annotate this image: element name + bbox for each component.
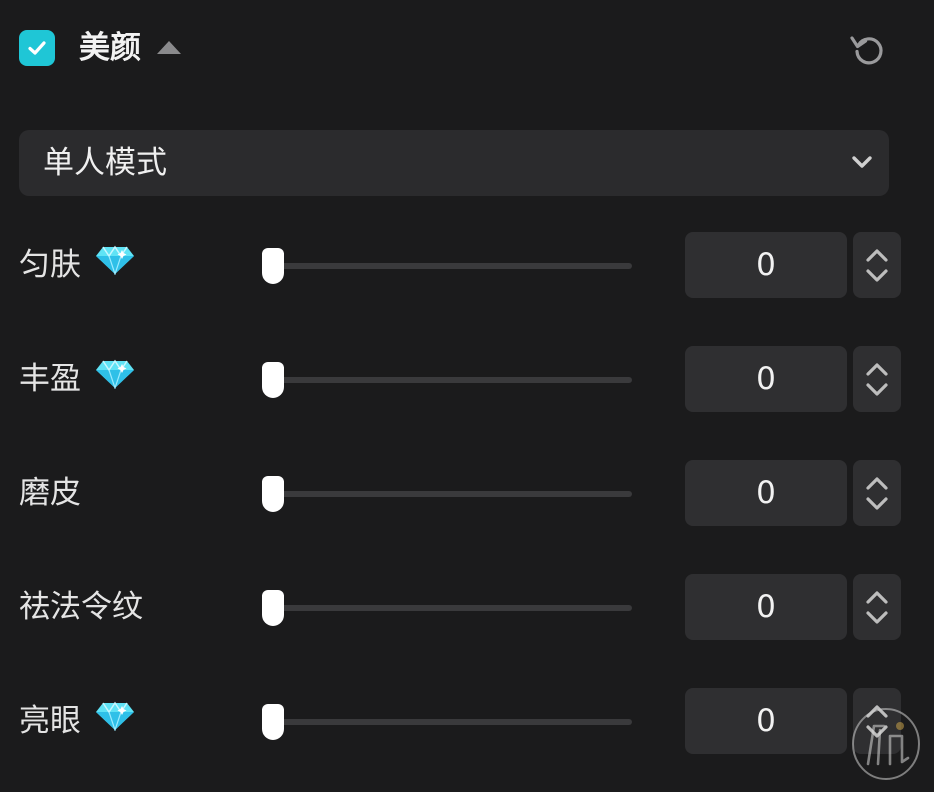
value-stepper[interactable] [853,460,901,526]
slider-label-text: 磨皮 [19,475,81,511]
slider-label-text: 祛法令纹 [19,589,143,625]
slider-track[interactable] [262,590,632,626]
chevron-up-icon[interactable] [865,361,889,377]
slider-label: 匀肤 [19,245,135,285]
chevron-down-icon[interactable] [865,496,889,512]
slider-track[interactable] [262,248,632,284]
chevron-down-icon[interactable] [865,382,889,398]
slider-row: 亮眼 0 [0,688,934,758]
value-stepper[interactable] [853,232,901,298]
diamond-icon [95,359,135,399]
chevron-down-icon[interactable] [865,610,889,626]
slider-track[interactable] [262,476,632,512]
mode-dropdown-value: 单人模式 [43,145,167,181]
slider-row: 丰盈 0 [0,346,934,416]
value-stepper[interactable] [853,346,901,412]
beauty-enable-checkbox[interactable] [19,30,55,66]
value-input[interactable]: 0 [685,232,847,298]
value-input[interactable]: 0 [685,574,847,640]
value-input[interactable]: 0 [685,346,847,412]
section-title: 美颜 [79,30,141,66]
slider-label: 磨皮 [19,473,81,513]
mode-dropdown[interactable]: 单人模式 [19,130,889,196]
value-input[interactable]: 0 [685,460,847,526]
slider-label: 亮眼 [19,701,135,741]
slider-label-text: 匀肤 [19,247,81,283]
reset-icon[interactable] [846,27,890,71]
diamond-icon [95,701,135,741]
beauty-section-header: 美颜 [0,0,934,100]
value-input[interactable]: 0 [685,688,847,754]
chevron-down-icon [852,156,872,168]
chevron-up-icon[interactable] [865,589,889,605]
slider-track[interactable] [262,362,632,398]
slider-thumb[interactable] [262,590,284,626]
slider-track[interactable] [262,704,632,740]
slider-label-text: 丰盈 [19,361,81,397]
check-icon [28,41,46,55]
chevron-up-icon[interactable] [865,475,889,491]
slider-label-text: 亮眼 [19,703,81,739]
slider-thumb[interactable] [262,248,284,284]
slider-thumb[interactable] [262,704,284,740]
value-stepper[interactable] [853,574,901,640]
triangle-up-icon[interactable] [157,40,181,54]
watermark-logo [852,708,920,780]
slider-label: 祛法令纹 [19,587,143,627]
slider-row: 磨皮 0 [0,460,934,530]
slider-thumb[interactable] [262,362,284,398]
slider-label: 丰盈 [19,359,135,399]
diamond-icon [95,245,135,285]
slider-thumb[interactable] [262,476,284,512]
slider-row: 祛法令纹 0 [0,574,934,644]
slider-row: 匀肤 0 [0,232,934,302]
chevron-down-icon[interactable] [865,268,889,284]
chevron-up-icon[interactable] [865,247,889,263]
